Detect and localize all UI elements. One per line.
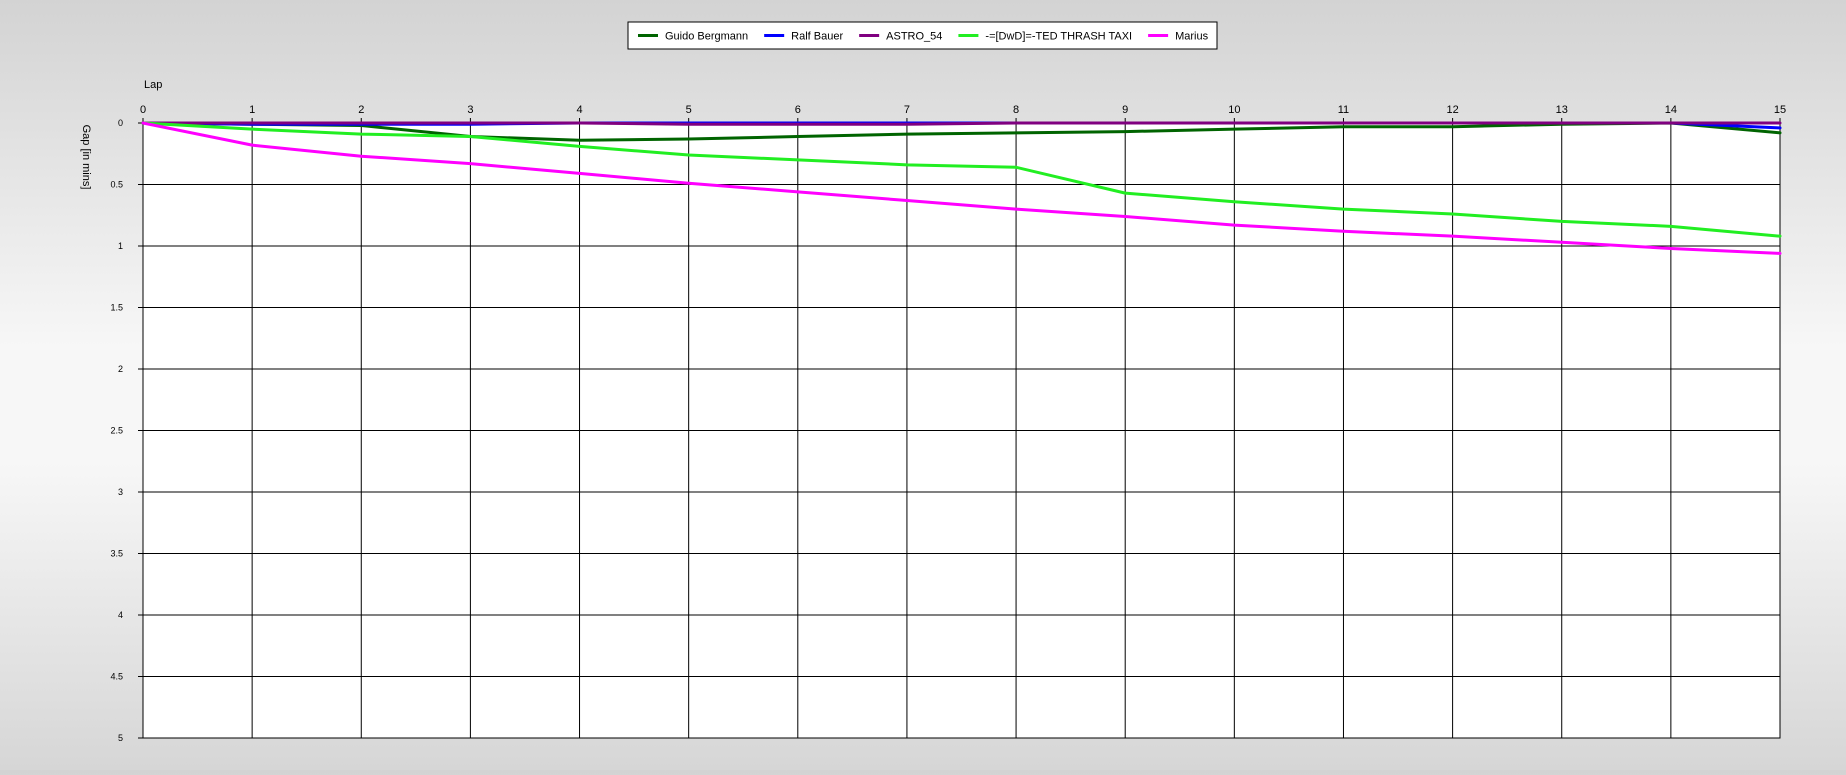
- legend-label-marius: Marius: [1175, 31, 1209, 43]
- legend-label-ralf-bauer: Ralf Bauer: [791, 31, 843, 43]
- x-tick-label: 4: [576, 104, 582, 116]
- legend-label-astro-54: ASTRO_54: [886, 31, 942, 43]
- x-tick-label: 14: [1665, 104, 1677, 116]
- y-tick-label: 5: [118, 733, 123, 743]
- y-tick-label: 0.5: [110, 180, 123, 190]
- x-tick-label: 0: [140, 104, 146, 116]
- x-tick-label: 13: [1556, 104, 1568, 116]
- legend-label-dwd-ted-thrash-taxi: -=[DwD]=-TED THRASH TAXI: [985, 31, 1132, 43]
- y-tick-label: 4.5: [110, 672, 123, 682]
- x-axis-label: Lap: [144, 79, 162, 91]
- y-tick-label: 0: [118, 118, 123, 128]
- y-tick-label: 2: [118, 364, 123, 374]
- gap-chart: Guido Bergmann Ralf Bauer ASTRO_54 -=[DwD]=…: [0, 0, 1846, 770]
- chart-svg: Guido Bergmann Ralf Bauer ASTRO_54 -=[DwD]=…: [80, 21, 1786, 743]
- x-tick-label: 6: [795, 104, 801, 116]
- legend-label-guido-bergmann: Guido Bergmann: [665, 31, 748, 43]
- x-tick-label: 2: [358, 104, 364, 116]
- y-tick-label: 3: [118, 487, 123, 497]
- x-tick-label: 11: [1338, 104, 1349, 116]
- x-tick-label: 10: [1228, 104, 1240, 116]
- x-tick-label: 8: [1013, 104, 1019, 116]
- x-axis: 0 1 2 3 4 5 6 7 8 9 10 11 12 13 14 15: [140, 104, 1786, 123]
- y-axis-label: Gap [in mins]: [80, 125, 92, 190]
- y-axis: 0 0.5 1 1.5 2 2.5 3 3.5 4 4.5 5: [110, 118, 143, 743]
- x-tick-label: 1: [249, 104, 255, 116]
- y-tick-label: 4: [118, 610, 123, 620]
- x-tick-label: 3: [467, 104, 473, 116]
- x-tick-label: 9: [1122, 104, 1128, 116]
- y-tick-label: 1.5: [110, 303, 123, 313]
- series-line-astro-54: [141, 121, 1782, 126]
- legend: Guido Bergmann Ralf Bauer ASTRO_54 -=[DwD]=…: [627, 21, 1218, 50]
- y-tick-label: 1: [118, 241, 123, 251]
- x-tick-label: 12: [1446, 104, 1458, 116]
- y-tick-label: 2.5: [110, 426, 123, 436]
- x-tick-label: 7: [904, 104, 910, 116]
- y-tick-label: 3.5: [110, 549, 123, 559]
- x-tick-label: 5: [686, 104, 692, 116]
- x-tick-label: 15: [1774, 104, 1786, 116]
